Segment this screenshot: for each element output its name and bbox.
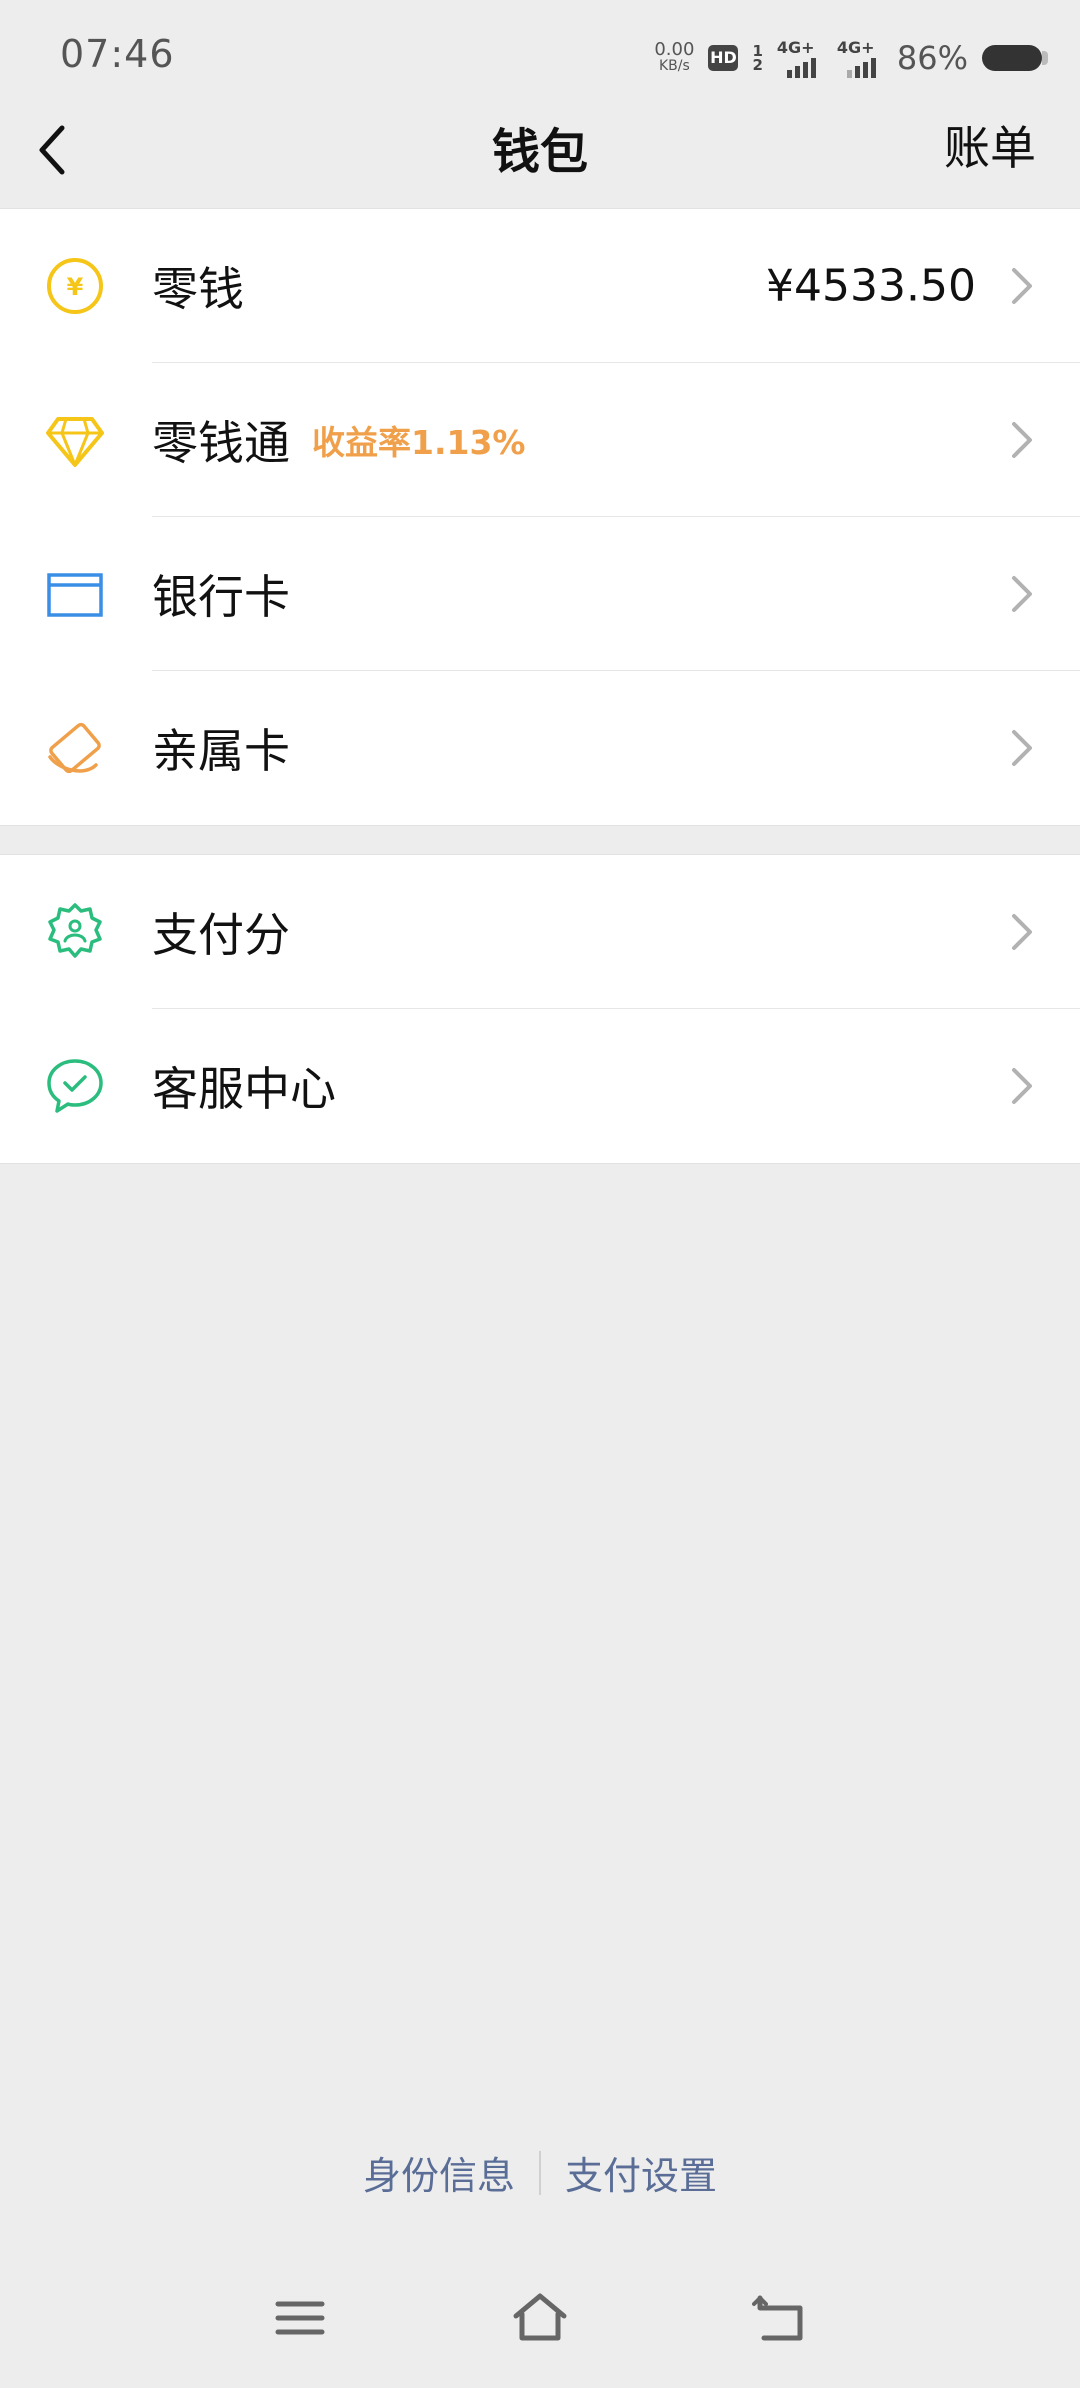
list-item-family-card[interactable]: 亲属卡	[0, 671, 1080, 825]
network-type-2: 4G+	[836, 38, 875, 57]
lingqiantong-label: 零钱通	[152, 416, 290, 470]
list-item-balance[interactable]: ¥ 零钱 ¥4533.50	[0, 209, 1080, 363]
signal-1-icon: 4G+	[777, 38, 823, 78]
family-card-icon	[48, 722, 101, 774]
family-card-label: 亲属卡	[152, 724, 290, 778]
list-item-customer-service[interactable]: 客服中心	[0, 1009, 1080, 1163]
payment-score-label: 支付分	[152, 908, 290, 962]
signal-2-icon: 4G+	[837, 38, 883, 78]
back-nav-icon[interactable]	[752, 2290, 808, 2346]
bank-card-icon	[47, 573, 103, 617]
yield-rate-tag: 收益率1.13%	[312, 423, 526, 462]
status-indicators: 0.00 KB/s HD 1 2 4G+ 4G+ 86%	[654, 38, 1048, 78]
chevron-right-icon	[1012, 576, 1032, 612]
status-time: 07:46	[60, 32, 175, 76]
list-item-payment-score[interactable]: 支付分	[0, 855, 1080, 1009]
balance-amount: ¥4533.50	[766, 260, 976, 312]
list-item-lingqiantong[interactable]: 零钱通 收益率1.13%	[0, 363, 1080, 517]
chevron-right-icon	[1012, 422, 1032, 458]
bank-card-label: 银行卡	[152, 570, 290, 624]
battery-icon	[982, 45, 1048, 71]
sim-indicator: 1 2	[752, 44, 763, 74]
network-speed-unit: KB/s	[659, 58, 690, 74]
identity-info-link[interactable]: 身份信息	[339, 2145, 539, 2200]
list-item-bank-card[interactable]: 银行卡	[0, 517, 1080, 671]
wallet-group: ¥ 零钱 ¥4533.50 零钱通 收益率1.13% 银行卡 亲属卡	[0, 208, 1080, 826]
bills-button[interactable]: 账单	[944, 112, 1036, 178]
customer-service-icon	[47, 1059, 103, 1113]
battery-percent: 86%	[896, 39, 968, 77]
network-speed-value: 0.00	[654, 39, 695, 60]
home-icon[interactable]	[512, 2290, 568, 2346]
page-title: 钱包	[491, 124, 588, 180]
customer-service-label: 客服中心	[152, 1062, 336, 1116]
chevron-right-icon	[1012, 1068, 1032, 1104]
hd-icon: HD	[708, 45, 739, 71]
chevron-right-icon	[1012, 268, 1032, 304]
chevron-right-icon	[1012, 914, 1032, 950]
diamond-icon	[46, 417, 104, 467]
payment-score-icon	[48, 903, 102, 958]
yuan-coin-icon: ¥	[47, 258, 103, 314]
services-group: 支付分 客服中心	[0, 854, 1080, 1164]
sim-2-label: 2	[752, 56, 763, 74]
system-nav-bar	[0, 2290, 1080, 2360]
network-speed: 0.00 KB/s	[654, 39, 695, 75]
nav-bar: 钱包 账单	[0, 96, 1080, 208]
chevron-right-icon	[1012, 730, 1032, 766]
network-type-1: 4G+	[776, 38, 815, 57]
payment-settings-link[interactable]: 支付设置	[541, 2145, 741, 2200]
footer-links: 身份信息 支付设置	[0, 2145, 1080, 2200]
balance-label: 零钱	[152, 262, 244, 316]
menu-icon[interactable]	[272, 2290, 328, 2346]
svg-text:¥: ¥	[67, 273, 84, 301]
